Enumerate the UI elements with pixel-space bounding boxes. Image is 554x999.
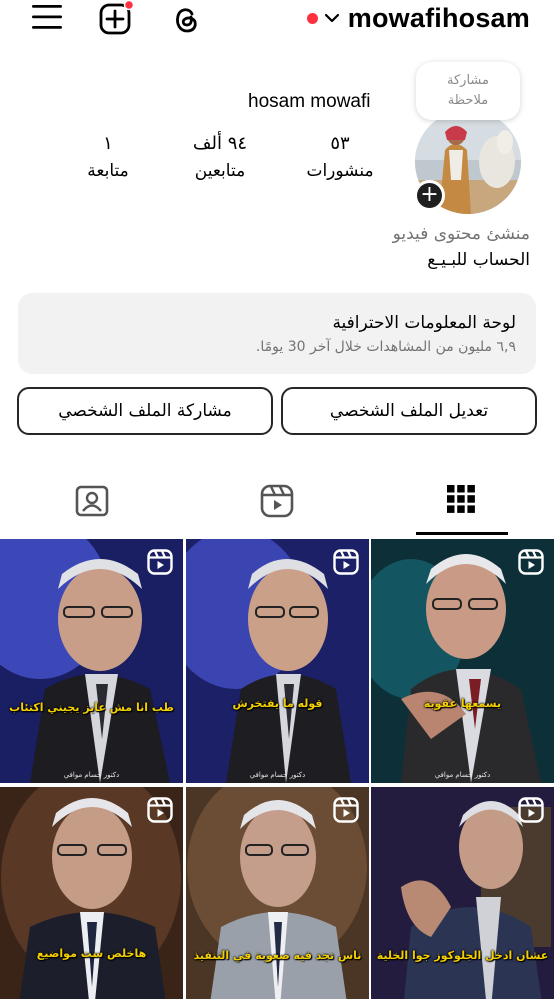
- top-bar: mowafihosam: [0, 0, 554, 40]
- post-caption: طب انا مش عايز يجيني اكتئاب: [9, 701, 174, 714]
- post-thumbnail: [186, 539, 369, 783]
- reel-icon: [147, 797, 173, 823]
- followers-count-value: ٩٤ ألف: [192, 133, 248, 154]
- add-post-icon[interactable]: [98, 0, 134, 36]
- following-count[interactable]: ١ متابعة: [78, 131, 138, 185]
- post-tile[interactable]: عشان ادخل الجلوكوز جوا الخلية: [371, 787, 554, 999]
- post-signature: دكتور حسام موافي: [63, 771, 120, 779]
- post-tile[interactable]: هاخلص ست مواضيع: [0, 787, 183, 999]
- dashboard-title: لوحة المعلومات الاحترافية: [332, 313, 516, 333]
- post-tile[interactable]: قوله ما يفتخرش دكتور حسام موافي: [186, 539, 369, 783]
- post-thumbnail: [0, 539, 183, 783]
- threads-icon[interactable]: [168, 2, 202, 36]
- reel-icon: [518, 549, 544, 575]
- followers-count-label: متابعين: [194, 161, 246, 181]
- post-signature: دكتور حسام موافي: [249, 771, 306, 779]
- notification-dot: [306, 12, 318, 24]
- following-count-label: متابعة: [87, 161, 129, 181]
- tagged-icon: [75, 485, 109, 517]
- reel-icon: [518, 797, 544, 823]
- post-caption: يسمعها عقوبة: [423, 697, 502, 710]
- active-tab-indicator: [416, 532, 508, 535]
- note-bubble-text: مشاركة ملاحظة: [447, 73, 489, 108]
- post-thumbnail: [371, 539, 554, 783]
- posts-count[interactable]: ٥٣ منشورات: [300, 131, 380, 185]
- post-tile[interactable]: يسمعها عقوبة دكتور حسام موافي: [371, 539, 554, 783]
- followers-count[interactable]: ٩٤ ألف متابعين: [180, 131, 260, 185]
- tab-tagged[interactable]: [46, 478, 138, 536]
- post-caption: هاخلص ست مواضيع: [36, 947, 147, 960]
- share-note-bubble[interactable]: مشاركة ملاحظة: [416, 62, 520, 120]
- post-caption: عشان ادخل الجلوكوز جوا الخلية: [376, 949, 549, 962]
- posts-count-label: منشورات: [306, 161, 374, 181]
- chevron-down-icon[interactable]: [324, 12, 340, 24]
- menu-icon[interactable]: [30, 2, 64, 32]
- profile-bio: الحساب للبـيـع: [427, 250, 530, 270]
- professional-dashboard[interactable]: لوحة المعلومات الاحترافية ٦,٩ مليون من ا…: [18, 293, 536, 374]
- reel-icon: [147, 549, 173, 575]
- profile-tabs: [0, 478, 554, 536]
- grid-icon: [447, 485, 475, 513]
- posts-grid: يسمعها عقوبة دكتور حسام موافي قوله ما يف…: [0, 539, 554, 999]
- account-switcher[interactable]: mowafihosam: [306, 0, 530, 36]
- tab-grid[interactable]: [415, 478, 507, 536]
- reel-icon: [333, 549, 359, 575]
- edit-profile-button[interactable]: تعديل الملف الشخصي: [281, 387, 537, 435]
- profile-category: منشئ محتوى فيديو: [392, 224, 530, 244]
- post-caption: قوله ما يفتخرش: [232, 697, 323, 710]
- add-story-button[interactable]: +: [414, 180, 445, 211]
- tab-reels[interactable]: [231, 478, 323, 536]
- posts-count-value: ٥٣: [330, 133, 350, 154]
- display-name: hosam mowafi: [248, 91, 371, 112]
- post-caption: ناس تجد فيه صعوبة في التنفيذ: [193, 949, 362, 962]
- following-count-value: ١: [103, 133, 113, 154]
- post-signature: دكتور حسام موافي: [434, 771, 491, 779]
- share-profile-button[interactable]: مشاركة الملف الشخصي: [17, 387, 273, 435]
- username: mowafihosam: [347, 2, 530, 33]
- post-tile[interactable]: ناس تجد فيه صعوبة في التنفيذ: [186, 787, 369, 999]
- post-tile[interactable]: طب انا مش عايز يجيني اكتئاب دكتور حسام م…: [0, 539, 183, 783]
- reels-icon: [260, 484, 294, 518]
- reel-icon: [333, 797, 359, 823]
- dashboard-subtitle: ٦,٩ مليون من المشاهدات خلال آخر 30 يومًا…: [255, 339, 516, 355]
